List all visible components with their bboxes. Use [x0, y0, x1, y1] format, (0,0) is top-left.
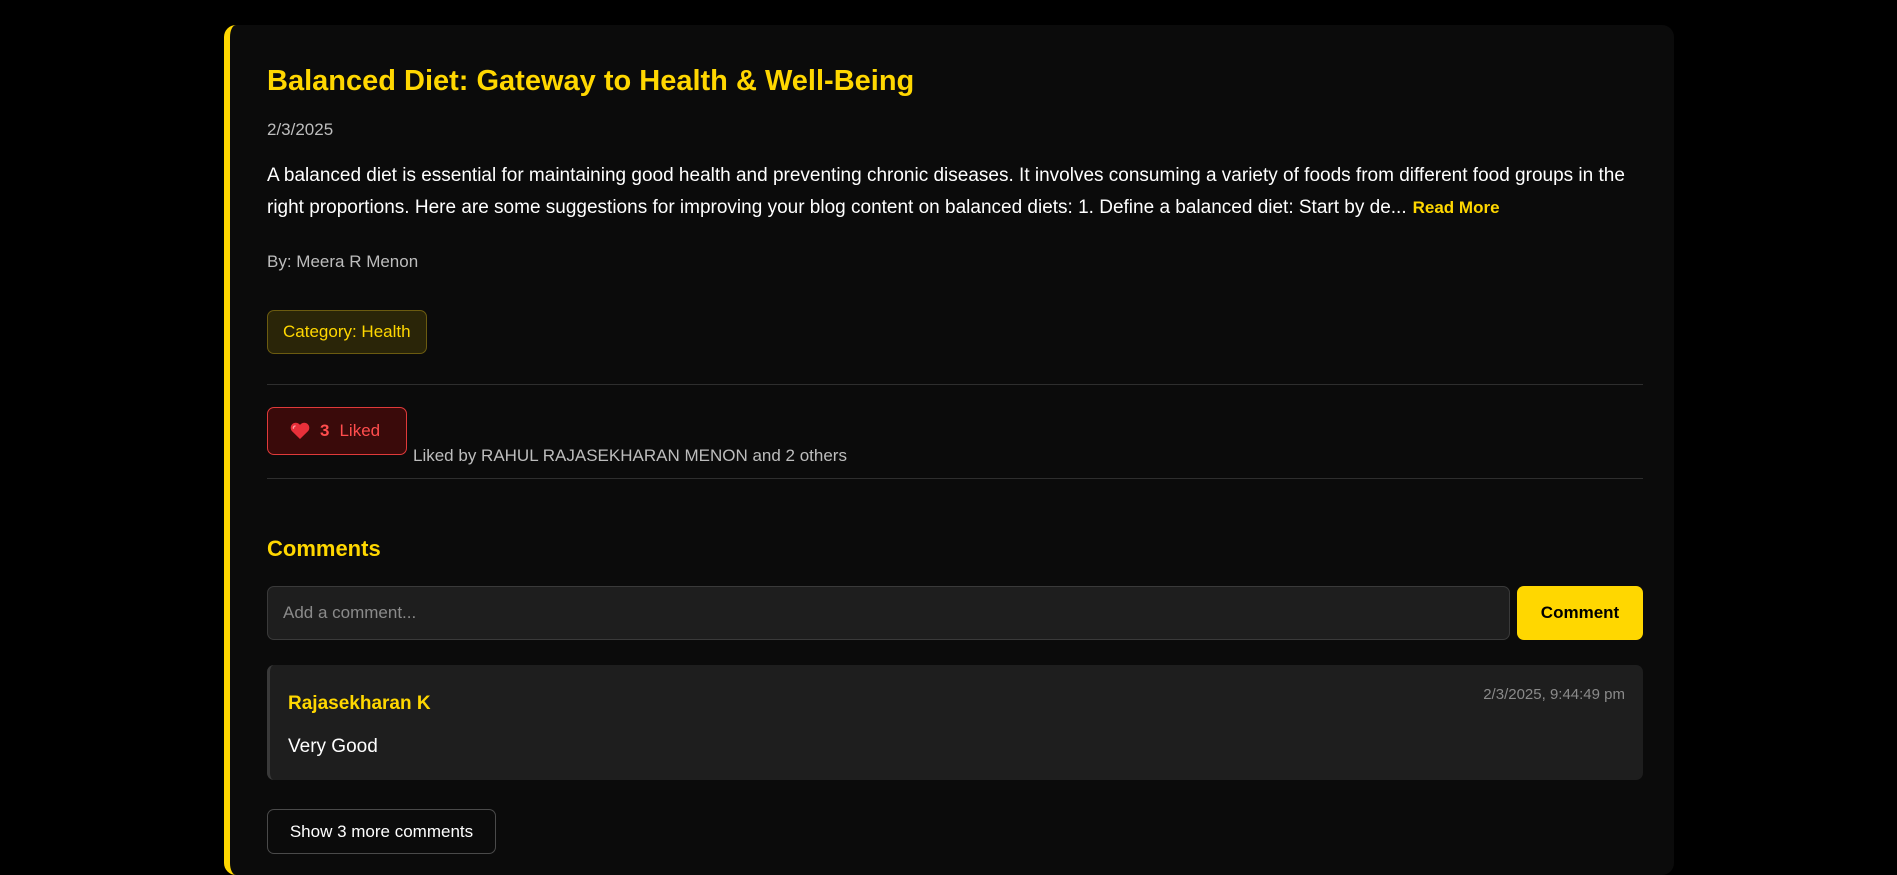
category-badge: Category: Health: [267, 310, 427, 354]
comments-heading: Comments: [267, 536, 381, 561]
show-more-comments-button[interactable]: Show 3 more comments: [267, 809, 496, 854]
like-count: 3: [320, 421, 330, 440]
post-author: By: Meera R Menon: [267, 252, 419, 271]
post-title: Balanced Diet: Gateway to Health & Well-…: [267, 65, 915, 97]
heart-icon: [290, 422, 310, 440]
comment-input[interactable]: [267, 586, 1510, 640]
comment-text: Very Good: [288, 736, 378, 757]
post-excerpt: A balanced diet is essential for maintai…: [267, 160, 1643, 224]
liked-by-text: Liked by RAHUL RAJASEKHARAN MENON and 2 …: [413, 446, 847, 465]
blog-post-card: Balanced Diet: Gateway to Health & Well-…: [224, 25, 1674, 875]
divider: [267, 384, 1643, 385]
like-label: Liked: [339, 421, 381, 440]
comment-item: Rajasekharan K 2/3/2025, 9:44:49 pm Very…: [267, 665, 1643, 780]
comment-submit-button[interactable]: Comment: [1517, 586, 1643, 640]
like-button[interactable]: 3 Liked: [267, 407, 407, 455]
comment-author: Rajasekharan K: [288, 693, 431, 714]
post-date: 2/3/2025: [267, 120, 334, 139]
divider: [267, 478, 1643, 479]
comment-timestamp: 2/3/2025, 9:44:49 pm: [1483, 686, 1625, 703]
read-more-link[interactable]: Read More: [1413, 198, 1500, 217]
